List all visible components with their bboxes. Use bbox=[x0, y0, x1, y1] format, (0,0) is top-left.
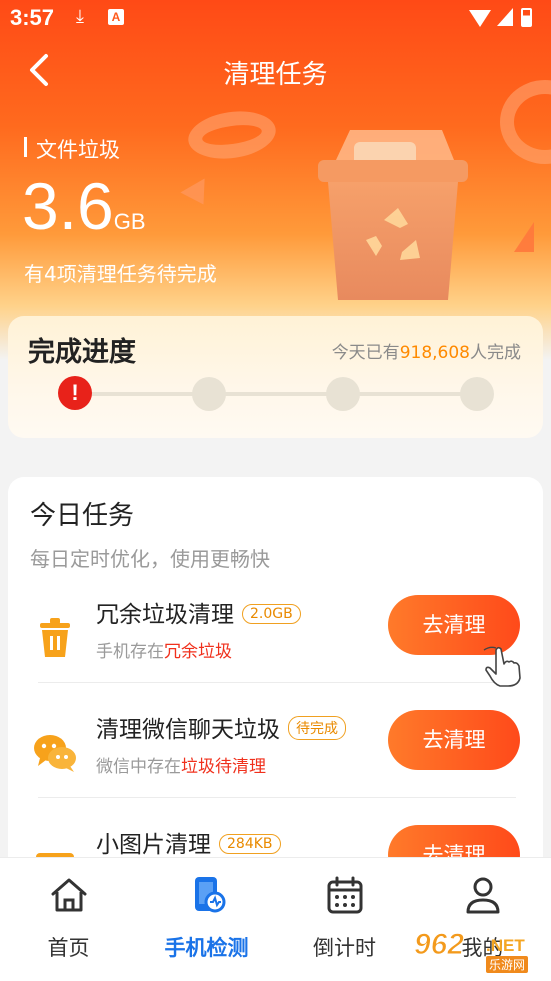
today-completed-text: 今天已有918,608人完成 bbox=[332, 338, 521, 363]
task-desc-highlight: 冗余垃圾 bbox=[164, 642, 232, 662]
task-badge: 2.0GB bbox=[242, 604, 301, 624]
watermark-net: .NET bbox=[486, 936, 525, 955]
task-desc-highlight: 垃圾待清理 bbox=[181, 757, 266, 777]
nav-phone-check[interactable]: 手机检测 bbox=[138, 858, 275, 981]
today-suffix: 人完成 bbox=[470, 343, 521, 363]
status-bar: 3:57 ⤓ A bbox=[0, 0, 551, 36]
task-badge: 待完成 bbox=[288, 716, 346, 740]
task-name: 冗余垃圾清理 2.0GB bbox=[96, 595, 301, 629]
trash-icon bbox=[40, 618, 70, 657]
decor-triangle bbox=[514, 222, 534, 252]
task-title: 清理微信聊天垃圾 bbox=[96, 717, 280, 743]
task-title: 冗余垃圾清理 bbox=[96, 602, 234, 628]
progress-step bbox=[192, 377, 226, 411]
phone-check-icon bbox=[195, 877, 226, 913]
progress-title: 完成进度 bbox=[28, 337, 136, 368]
task-title: 小图片清理 bbox=[96, 832, 211, 858]
pointing-hand-icon bbox=[483, 646, 521, 687]
wechat-icon bbox=[34, 735, 76, 772]
junk-size-value: 3.6 bbox=[22, 169, 114, 243]
progress-step bbox=[460, 377, 494, 411]
task-desc-prefix: 微信中存在 bbox=[96, 757, 181, 777]
nav-countdown[interactable]: 倒计时 bbox=[276, 858, 413, 981]
task-desc: 手机存在冗余垃圾 bbox=[96, 637, 232, 662]
today-tasks-card: 今日任务 每日定时优化，使用更畅快 冗余垃圾清理 2.0GB 手机存在冗余垃圾 去… bbox=[8, 477, 543, 877]
decor-ring bbox=[185, 106, 279, 164]
calendar-icon bbox=[327, 876, 363, 914]
a-badge-icon: A bbox=[108, 9, 124, 25]
decor-triangle bbox=[180, 178, 216, 212]
signal-icon bbox=[497, 8, 513, 26]
wifi-icon bbox=[469, 10, 491, 27]
nav-label: 手机检测 bbox=[164, 936, 249, 960]
task-item: 冗余垃圾清理 2.0GB 手机存在冗余垃圾 去清理 bbox=[8, 595, 543, 710]
clean-button[interactable]: 去清理 bbox=[388, 710, 520, 770]
task-desc-prefix: 手机存在 bbox=[96, 642, 164, 662]
junk-size: 3.6GB bbox=[22, 168, 146, 244]
divider bbox=[38, 797, 516, 798]
trash-bin-illustration bbox=[318, 130, 468, 300]
task-badge: 284KB bbox=[219, 834, 281, 854]
nav-label: 倒计时 bbox=[313, 936, 376, 960]
task-desc: 微信中存在垃圾待清理 bbox=[96, 752, 266, 777]
progress-track bbox=[74, 392, 476, 396]
page-title: 清理任务 bbox=[223, 60, 328, 90]
watermark-number: 962 bbox=[413, 928, 465, 962]
download-icon: ⤓ bbox=[76, 6, 84, 26]
task-name: 小图片清理 284KB bbox=[96, 825, 281, 859]
today-tasks-subtitle: 每日定时优化，使用更畅快 bbox=[30, 547, 270, 571]
divider bbox=[38, 682, 516, 683]
today-count: 918,608 bbox=[399, 343, 470, 363]
home-icon bbox=[51, 878, 87, 912]
file-junk-label: 文件垃圾 bbox=[24, 134, 120, 164]
today-tasks-title: 今日任务 bbox=[30, 501, 135, 531]
battery-icon bbox=[521, 8, 532, 27]
task-name: 清理微信聊天垃圾 待完成 bbox=[96, 710, 346, 744]
nav-label: 首页 bbox=[47, 936, 90, 960]
junk-size-unit: GB bbox=[113, 209, 146, 234]
watermark-sub: 乐游网 bbox=[486, 956, 529, 973]
progress-step bbox=[326, 377, 360, 411]
today-prefix: 今天已有 bbox=[331, 343, 400, 363]
task-item: 清理微信聊天垃圾 待完成 微信中存在垃圾待清理 去清理 bbox=[8, 710, 543, 825]
status-time: 3:57 bbox=[10, 5, 55, 30]
decor-ring bbox=[500, 80, 551, 164]
nav-home[interactable]: 首页 bbox=[0, 858, 137, 981]
pending-tasks-text: 有4项清理任务待完成 bbox=[24, 262, 217, 286]
user-icon bbox=[466, 877, 500, 914]
status-icons bbox=[469, 8, 539, 28]
progress-card: 完成进度 今天已有918,608人完成 ! bbox=[8, 316, 543, 438]
alert-icon: ! bbox=[58, 376, 92, 410]
watermark-logo: 962 .NET 乐游网 bbox=[410, 928, 546, 974]
